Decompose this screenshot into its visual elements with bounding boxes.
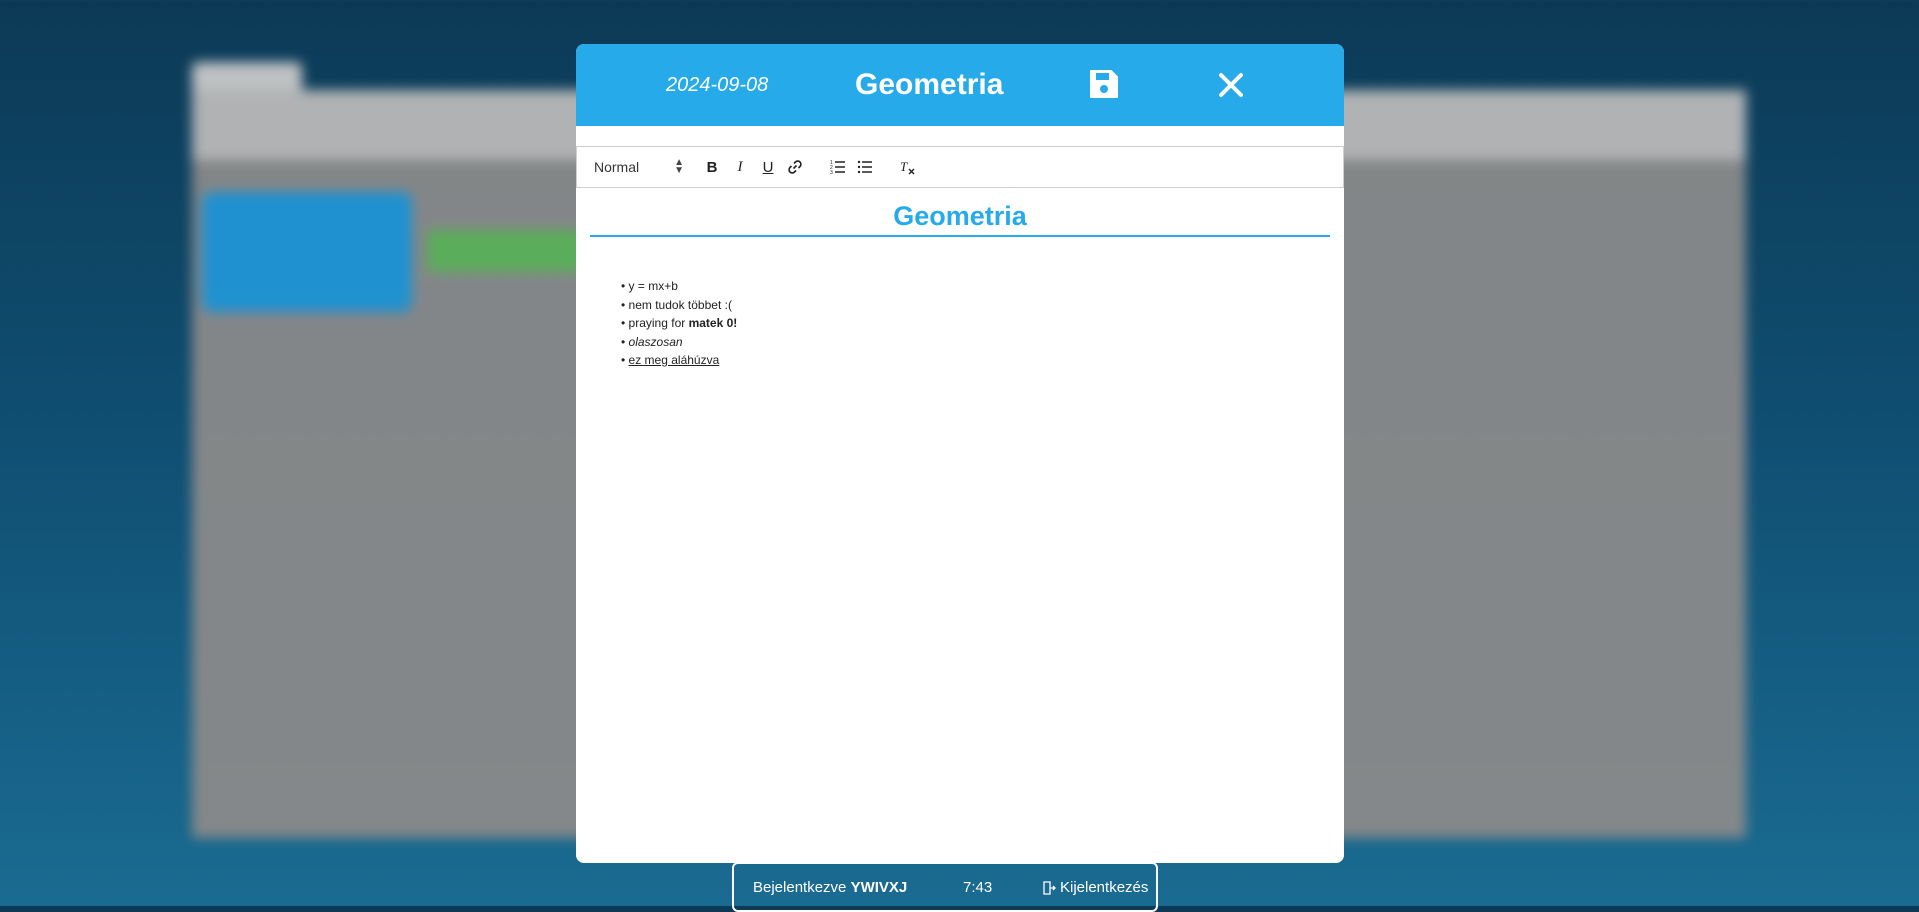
- svg-text:T: T: [900, 159, 908, 174]
- background-green-bar: [427, 230, 587, 272]
- italic-button[interactable]: I: [729, 156, 751, 178]
- ordered-list-icon: 1 2 3: [830, 160, 845, 175]
- note-title: Geometria: [855, 68, 1004, 101]
- save-icon: [1090, 70, 1118, 98]
- save-button[interactable]: [1088, 68, 1120, 100]
- link-icon: [788, 160, 802, 174]
- session-time: 7:43: [963, 879, 993, 896]
- list-item: olaszosan: [621, 333, 737, 352]
- clear-format-icon: T: [900, 159, 915, 175]
- list-item: praying for matek 0!: [621, 314, 738, 333]
- close-button[interactable]: [1216, 70, 1246, 100]
- logout-button[interactable]: Kijelentkezés: [1042, 879, 1148, 896]
- underline-button[interactable]: U: [757, 156, 779, 178]
- bold-icon: B: [706, 158, 718, 176]
- italic-text: olaszosan: [628, 334, 683, 349]
- list-item: ez meg aláhúzva: [621, 351, 737, 370]
- bold-text: matek 0!: [688, 316, 738, 330]
- clear-format-button[interactable]: T: [897, 156, 919, 178]
- editor-content[interactable]: Geometria y = mx+b nem tudok többet :( p…: [576, 187, 1344, 863]
- ordered-list-button[interactable]: 1 2 3: [827, 156, 849, 178]
- editor-toolbar: Normal ▲ ▼ B I U 1 2 3 T: [576, 146, 1344, 188]
- modal-header: 2024-09-08 Geometria: [576, 44, 1344, 126]
- username: YWIVXJ: [850, 879, 908, 896]
- close-icon: [1219, 73, 1243, 97]
- bullet-list: y = mx+b nem tudok többet :( praying for…: [621, 277, 738, 370]
- note-editor-modal: 2024-09-08 Geometria Normal ▲ ▼ B I U 1 …: [576, 44, 1344, 863]
- bullet-list-button[interactable]: [854, 156, 876, 178]
- list-item-text: praying for: [628, 316, 689, 330]
- bold-button[interactable]: B: [701, 156, 723, 178]
- login-status: Bejelentkezve YWIVXJ: [753, 879, 907, 896]
- status-bar: Bejelentkezve YWIVXJ 7:43 Kijelentkezés: [732, 862, 1158, 912]
- list-item: y = mx+b: [621, 277, 737, 296]
- format-select[interactable]: Normal ▲ ▼: [594, 158, 684, 176]
- link-button[interactable]: [784, 156, 806, 178]
- background-card: [202, 192, 412, 312]
- logout-label: Kijelentkezés: [1060, 879, 1149, 896]
- svg-text:3: 3: [830, 170, 833, 175]
- bullet-list-icon: [857, 160, 872, 174]
- logout-icon: [1043, 880, 1056, 895]
- document-heading: Geometria: [590, 201, 1330, 237]
- note-date: 2024-09-08: [666, 74, 769, 96]
- underline-icon: U: [762, 158, 774, 176]
- italic-icon: I: [737, 158, 743, 175]
- select-arrows-icon: ▲ ▼: [674, 157, 684, 176]
- list-item: nem tudok többet :(: [621, 296, 737, 315]
- underlined-text: ez meg aláhúzva: [628, 353, 720, 367]
- list-item-text: y = mx+b: [628, 279, 678, 293]
- list-item-text: nem tudok többet :(: [628, 297, 732, 312]
- format-select-value: Normal: [594, 159, 640, 175]
- logged-in-label: Bejelentkezve: [753, 879, 847, 896]
